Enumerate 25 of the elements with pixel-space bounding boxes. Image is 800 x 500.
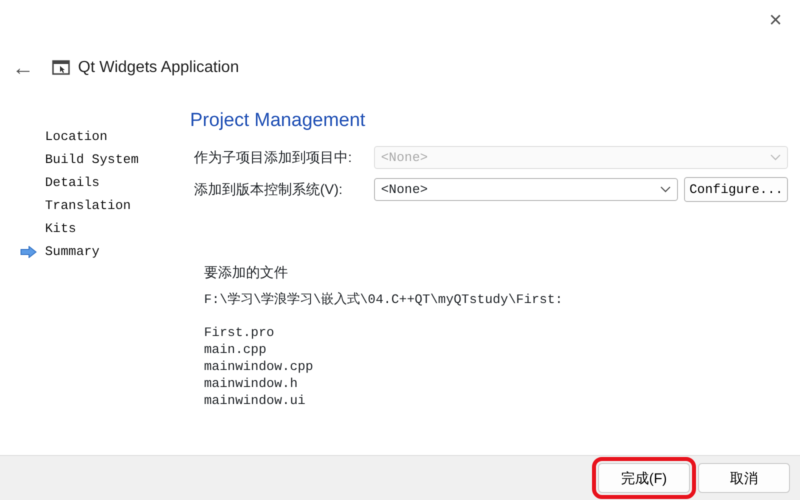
sidebar-item[interactable]: Location [45, 125, 108, 148]
field-label: 添加到版本控制系统(V): [193, 180, 344, 199]
file-name: main.cpp [204, 340, 268, 358]
file-name: mainwindow.cpp [204, 358, 314, 374]
field-label: 作为子项目添加到项目中: [193, 148, 353, 167]
dialog-button[interactable]: 取消 [698, 463, 790, 493]
sidebar-item[interactable]: Summary [45, 240, 100, 263]
file-path: F:\学习\学浪学习\嵌入式\04.C++QT\myQTstudy\First: [204, 290, 564, 308]
caret-icon [770, 154, 781, 161]
file-name: mainwindow.h [204, 374, 299, 392]
file-name: mainwindow.ui [204, 392, 306, 408]
sidebar-item[interactable]: Build System [45, 148, 139, 171]
dropdown-field[interactable]: <None> [374, 178, 678, 201]
configure-button[interactable]: Configure... [684, 177, 788, 202]
files-heading: 要添加的文件 [204, 262, 289, 282]
caret-icon [660, 186, 672, 193]
sidebar-item[interactable]: Details [45, 171, 100, 194]
close-button[interactable]: × [765, 9, 786, 31]
sidebar-item[interactable]: Kits [45, 217, 76, 240]
wizard-title: Qt Widgets Application [78, 58, 239, 78]
page-title: Project Management [190, 109, 366, 133]
sidebar-item[interactable]: Translation [45, 194, 131, 217]
file-name: First.pro [204, 324, 276, 340]
window-icon [52, 60, 70, 75]
back-button[interactable]: ← [8, 56, 38, 78]
